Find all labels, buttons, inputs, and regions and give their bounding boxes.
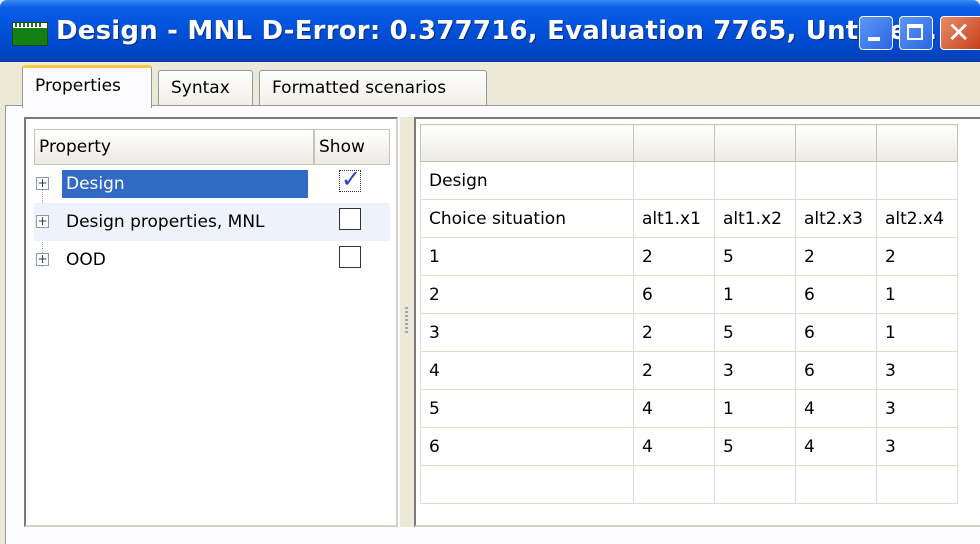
table-cell[interactable]: 6 [633, 275, 715, 314]
column-header-show[interactable]: Show [314, 129, 390, 165]
table-cell[interactable]: 2 [420, 275, 634, 314]
table-row: Design [420, 161, 958, 200]
table-cell[interactable]: 5 [714, 237, 796, 276]
table-cell[interactable]: 1 [876, 275, 958, 314]
table-cell[interactable]: 4 [420, 351, 634, 390]
table-row: 2 6 1 6 1 [420, 275, 958, 314]
minimize-button[interactable] [859, 16, 893, 50]
table-row: 4 2 3 6 3 [420, 351, 958, 390]
table-cell[interactable]: 4 [795, 427, 877, 466]
table-cell[interactable]: 2 [633, 313, 715, 352]
table-cell[interactable]: 1 [420, 237, 634, 276]
tree-item-label[interactable]: Design [62, 170, 308, 198]
minimize-icon [868, 37, 880, 41]
tree-item-design-properties-mnl[interactable]: + Design properties, MNL [34, 203, 390, 241]
table-cell[interactable]: alt2.x3 [795, 199, 877, 238]
table-cell[interactable] [876, 465, 958, 504]
show-checkbox-design[interactable]: ✓ [339, 165, 362, 193]
table-cell[interactable] [795, 161, 877, 200]
table-cell[interactable]: 3 [876, 389, 958, 428]
table-row: 5 4 1 4 3 [420, 389, 958, 428]
table-cell[interactable]: 2 [795, 237, 877, 276]
table-cell[interactable]: alt1.x2 [714, 199, 796, 238]
table-row: 6 4 5 4 3 [420, 427, 958, 466]
table-cell[interactable]: 4 [633, 427, 715, 466]
tab-properties[interactable]: Properties [22, 65, 152, 108]
checkmark-icon: ✓ [341, 165, 362, 193]
maximize-icon [907, 24, 923, 40]
table-cell[interactable] [714, 161, 796, 200]
close-button[interactable]: ✕ [940, 16, 980, 50]
column-header[interactable] [876, 124, 958, 162]
table-cell[interactable] [633, 465, 715, 504]
table-cell[interactable]: alt1.x1 [633, 199, 715, 238]
table-cell[interactable]: 3 [714, 351, 796, 390]
table-cell[interactable]: 1 [714, 275, 796, 314]
tree-item-label[interactable]: OOD [62, 246, 110, 274]
table-cell[interactable]: 6 [795, 313, 877, 352]
title-bar[interactable]: Design - MNL D-Error: 0.377716, Evaluati… [0, 0, 980, 62]
column-header[interactable] [633, 124, 715, 162]
design-grid-pane: Design Choice situation alt1.x1 alt1.x2 … [414, 117, 980, 527]
table-cell[interactable]: 3 [876, 351, 958, 390]
app-icon[interactable] [12, 22, 48, 46]
expand-icon[interactable]: + [36, 215, 49, 228]
pane-splitter[interactable] [400, 117, 414, 527]
table-cell[interactable]: 1 [876, 313, 958, 352]
show-checkbox-ood[interactable] [339, 246, 361, 268]
table-cell[interactable]: 4 [795, 389, 877, 428]
tree-header: Property Show [34, 129, 390, 165]
table-cell[interactable]: 3 [420, 313, 634, 352]
table-header-row [420, 124, 958, 162]
tab-formatted-scenarios[interactable]: Formatted scenarios [259, 70, 487, 106]
table-cell[interactable]: alt2.x4 [876, 199, 958, 238]
section-label[interactable]: Design [420, 161, 634, 200]
table-cell[interactable]: 6 [795, 351, 877, 390]
tab-strip: Properties Syntax Formatted scenarios [0, 62, 980, 108]
table-cell[interactable]: 2 [633, 351, 715, 390]
table-cell[interactable] [876, 161, 958, 200]
table-cell[interactable] [714, 465, 796, 504]
column-header-property[interactable]: Property [34, 129, 314, 165]
table-cell[interactable]: 4 [633, 389, 715, 428]
tab-syntax[interactable]: Syntax [158, 70, 253, 106]
table-cell[interactable]: 2 [876, 237, 958, 276]
properties-tree-pane: Property Show + Design ✓ + Design proper… [24, 117, 398, 527]
table-row: 1 2 5 2 2 [420, 237, 958, 276]
table-cell[interactable]: Choice situation [420, 199, 634, 238]
expand-icon[interactable]: + [36, 177, 49, 190]
column-header[interactable] [714, 124, 796, 162]
table-row [420, 465, 958, 504]
table-cell[interactable]: 6 [795, 275, 877, 314]
tree-item-ood[interactable]: + OOD [34, 241, 390, 279]
table-cell[interactable]: 3 [876, 427, 958, 466]
table-cell[interactable] [633, 161, 715, 200]
tree-item-label[interactable]: Design properties, MNL [62, 208, 269, 236]
table-cell[interactable]: 5 [714, 427, 796, 466]
table-cell[interactable]: 6 [420, 427, 634, 466]
column-header[interactable] [420, 124, 634, 162]
table-cell[interactable] [420, 465, 634, 504]
expand-icon[interactable]: + [36, 253, 49, 266]
column-header[interactable] [795, 124, 877, 162]
attribute-header-row: Choice situation alt1.x1 alt1.x2 alt2.x3… [420, 199, 958, 238]
window-title: Design - MNL D-Error: 0.377716, Evaluati… [56, 16, 938, 46]
splitter-grip-icon [405, 307, 408, 335]
table-cell[interactable]: 2 [633, 237, 715, 276]
tree-item-design[interactable]: + Design ✓ [34, 165, 390, 203]
maximize-button[interactable] [899, 16, 933, 50]
show-checkbox-design-properties[interactable] [339, 208, 361, 230]
table-cell[interactable]: 1 [714, 389, 796, 428]
table-cell[interactable] [795, 465, 877, 504]
table-cell[interactable]: 5 [714, 313, 796, 352]
design-table: Design Choice situation alt1.x1 alt1.x2 … [420, 124, 958, 504]
table-row: 3 2 5 6 1 [420, 313, 958, 352]
table-cell[interactable]: 5 [420, 389, 634, 428]
close-icon: ✕ [947, 16, 971, 49]
